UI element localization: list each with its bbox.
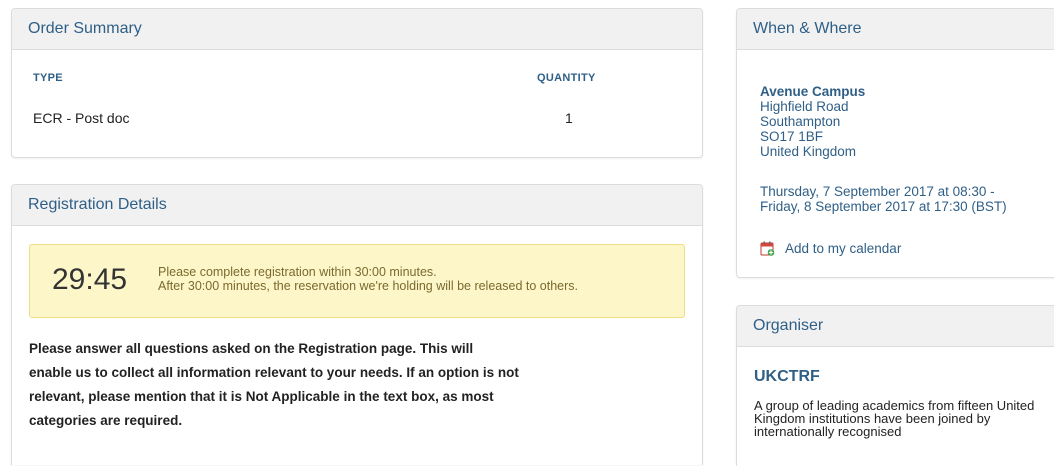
calendar-add-icon [760,241,775,256]
address-line: Highfield Road [760,99,849,114]
registration-details-panel: Registration Details 29:45 Please comple… [11,184,703,465]
event-dates: Thursday, 7 September 2017 at 08:30 - Fr… [760,184,1007,214]
add-to-calendar-link[interactable]: Add to my calendar [760,241,901,256]
organiser-description: A group of leading academics from fiftee… [754,398,1035,439]
order-summary-panel: Order Summary TYPE QUANTITY ECR - Post d… [11,8,703,158]
timer-message-line2: After 30:00 minutes, the reservation we'… [158,279,578,293]
type-column-header: TYPE [33,72,63,84]
event-date-end: Friday, 8 September 2017 at 17:30 (BST) [760,199,1007,214]
ticket-type-cell: ECR - Post doc [33,110,130,126]
address-line: SO17 1BF [760,129,824,144]
reservation-timer-box: 29:45 Please complete registration withi… [29,244,685,318]
order-summary-title: Order Summary [12,9,702,50]
ticket-quantity-cell: 1 [565,110,573,126]
organiser-name[interactable]: UKCTRF [754,368,820,386]
event-date-start: Thursday, 7 September 2017 at 08:30 - [760,184,995,199]
venue-address: Avenue Campus Highfield Road Southampton… [760,84,865,159]
timer-message: Please complete registration within 30:0… [158,265,578,293]
organiser-title: Organiser [737,306,1054,347]
quantity-column-header: QUANTITY [537,72,596,84]
organiser-panel: Organiser UKCTRF A group of leading acad… [736,305,1054,466]
address-line: United Kingdom [760,144,857,159]
address-line: Southampton [760,114,841,129]
registration-details-title: Registration Details [12,185,702,226]
registration-instructions: Please answer all questions asked on the… [29,341,519,428]
venue-name: Avenue Campus [760,84,866,99]
when-where-title: When & Where [737,9,1054,50]
timer-message-line1: Please complete registration within 30:0… [158,265,437,279]
countdown-timer: 29:45 [52,263,128,296]
add-to-calendar-label: Add to my calendar [785,241,902,256]
when-where-panel: When & Where Avenue Campus Highfield Roa… [736,8,1054,278]
